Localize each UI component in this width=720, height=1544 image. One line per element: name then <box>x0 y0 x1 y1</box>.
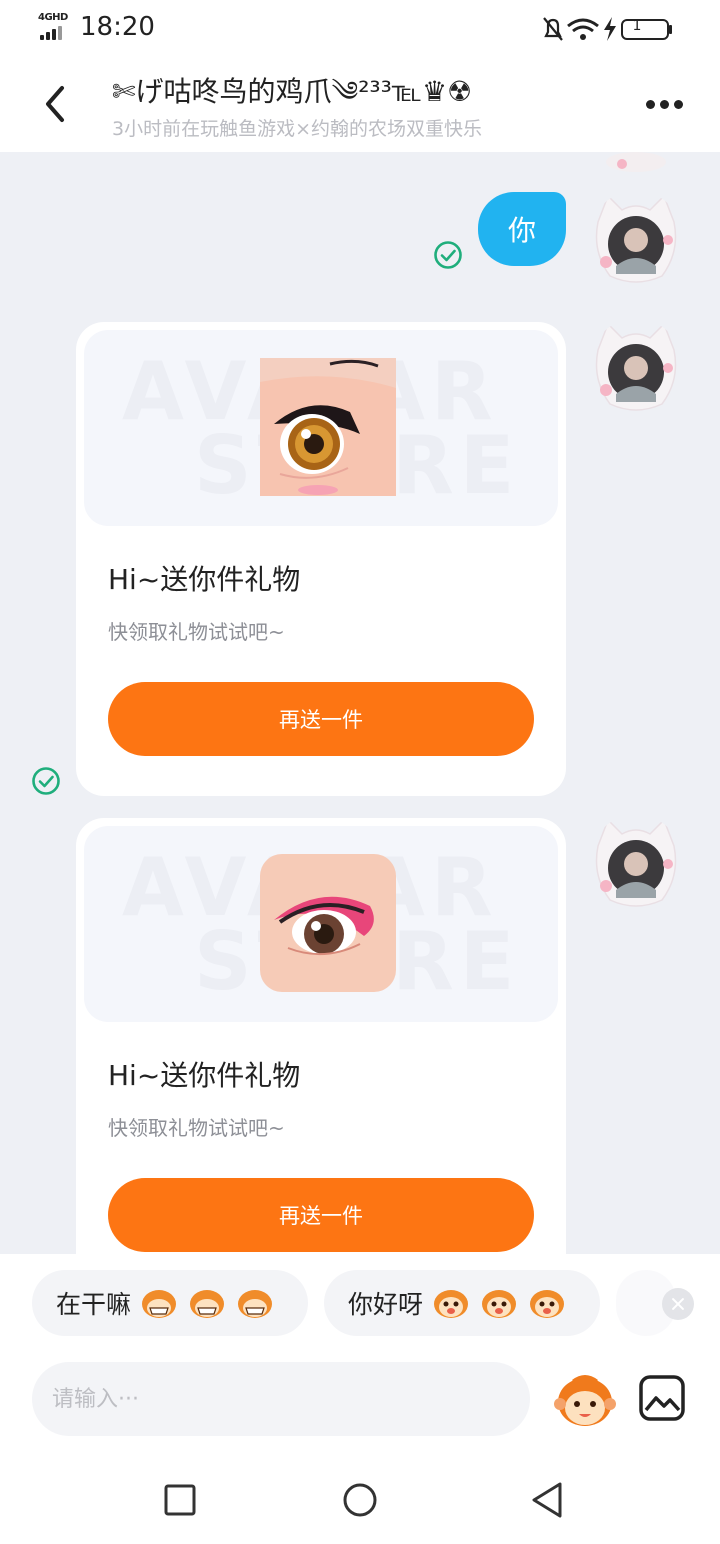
gift-eye-image[interactable] <box>260 358 396 496</box>
gift-description: 快领取礼物试试吧~ <box>108 1116 285 1140</box>
circle-icon[interactable] <box>340 1480 380 1520</box>
send-again-button[interactable]: 再送一件 <box>108 682 534 756</box>
wifi-icon <box>567 18 599 40</box>
gift-title: Hi~送你件礼物 <box>108 563 301 596</box>
message-bubble-sent[interactable]: 你 <box>478 192 566 266</box>
quick-reply-chip[interactable]: 你好呀 <box>324 1270 600 1336</box>
quick-reply-text: 在干嘛 <box>56 1290 132 1319</box>
network-label: 4GHD <box>38 12 68 23</box>
monkey-sticker-icon[interactable] <box>554 1370 616 1430</box>
avatar[interactable] <box>592 816 680 912</box>
chat-header: ✄げ咕咚鸟的鸡爪༄²³³℡♛☢ 3小时前在玩触鱼游戏×约翰的农场双重快乐 <box>0 58 720 152</box>
battery-level: 1 <box>632 18 642 34</box>
close-icon[interactable] <box>662 1288 694 1320</box>
bell-muted-icon <box>543 17 563 41</box>
chevron-left-icon[interactable] <box>36 80 76 128</box>
quick-reply-chip[interactable]: 在干嘛 <box>32 1270 308 1336</box>
gift-card: AVATAR STORE Hi~送你件礼物 快领取礼物试试吧~ 再送一件 <box>76 818 566 1254</box>
gift-title: Hi~送你件礼物 <box>108 1059 301 1092</box>
monkey-grin-icon <box>142 1290 177 1318</box>
gift-card: AVATAR STORE Hi~送你件礼物 快领取礼物试试吧~ 再送一件 <box>76 322 566 796</box>
triangle-back-icon[interactable] <box>528 1480 568 1520</box>
check-circle-icon <box>434 241 462 269</box>
clock: 18:20 <box>80 12 155 42</box>
avatar[interactable] <box>592 192 680 288</box>
send-again-button[interactable]: 再送一件 <box>108 1178 534 1252</box>
gift-banner: AVATAR STORE <box>84 826 558 1022</box>
contact-info[interactable]: ✄げ咕咚鸟的鸡爪༄²³³℡♛☢ 3小时前在玩触鱼游戏×约翰的农场双重快乐 <box>112 74 582 141</box>
chat-area[interactable]: 你 AVATAR STORE <box>0 152 720 1254</box>
quick-replies: 在干嘛 你好呀 <box>0 1254 720 1356</box>
input-bar <box>0 1356 720 1456</box>
gift-eye-image[interactable] <box>260 854 396 992</box>
avatar[interactable] <box>592 320 680 416</box>
monkey-face-icon <box>482 1290 517 1318</box>
image-icon[interactable] <box>638 1374 686 1422</box>
square-icon[interactable] <box>160 1480 200 1520</box>
more-dots-icon[interactable] <box>644 90 684 120</box>
contact-name: ✄げ咕咚鸟的鸡爪༄²³³℡♛☢ <box>112 75 473 108</box>
system-nav-bar <box>0 1456 720 1544</box>
avatar[interactable] <box>592 152 680 188</box>
network-indicator: 4GHD <box>38 12 70 40</box>
contact-status: 3小时前在玩触鱼游戏×约翰的农场双重快乐 <box>112 118 483 140</box>
gift-banner: AVATAR STORE <box>84 330 558 526</box>
monkey-grin-icon <box>238 1290 273 1318</box>
check-circle-icon <box>32 767 60 795</box>
message-input[interactable] <box>32 1362 530 1436</box>
status-bar: 4GHD 18:20 1 <box>0 0 720 58</box>
monkey-grin-icon <box>190 1290 225 1318</box>
gift-description: 快领取礼物试试吧~ <box>108 620 285 644</box>
monkey-face-icon <box>434 1290 469 1318</box>
monkey-face-icon <box>530 1290 565 1318</box>
quick-reply-text: 你好呀 <box>348 1290 424 1319</box>
